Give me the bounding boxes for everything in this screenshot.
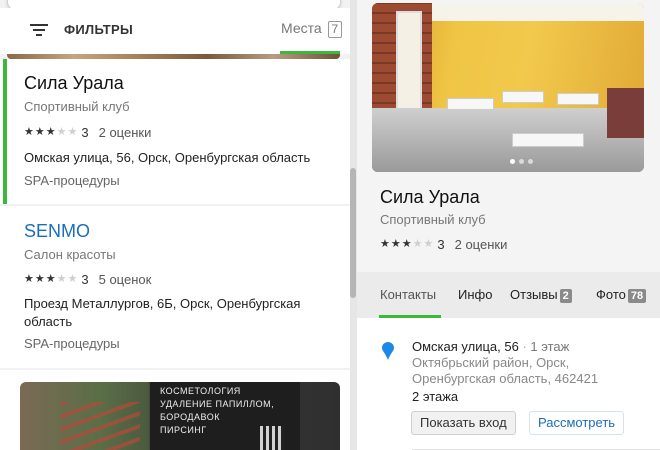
view-button[interactable]: Рассмотреть: [529, 411, 625, 435]
result-card-sila-urala[interactable]: Сила Урала Спортивный клуб ★ ★ ★ ★ ★ 3 2 оце…: [0, 59, 350, 204]
sign-text: БОРОДАВОК: [160, 412, 220, 422]
place-category[interactable]: Спортивный клуб: [380, 212, 486, 227]
place-details-panel: Сила Урала Спортивный клуб ★ ★ ★ ★ ★ 3 2 оце…: [357, 0, 660, 450]
tab-reviews[interactable]: Отзывы 2: [510, 287, 572, 303]
sign-photo: КОСМЕТОЛОГИЯ УДАЛЕНИЕ ПАПИЛЛОМ, БОРОДАВО…: [150, 382, 300, 450]
result-rating: ★ ★ ★ ★ ★ 3 2 оценки: [24, 125, 151, 140]
place-tabs: Контакты Инфо Отзывы 2 Фото 78: [357, 272, 660, 318]
places-count-badge: 7: [327, 21, 343, 38]
rating-stars: ★ ★ ★ ★ ★: [380, 239, 433, 250]
rating-score: 3: [437, 237, 445, 252]
sign-text: ПИРСИНГ: [160, 425, 207, 435]
address-line[interactable]: Омская улица, 56 · 1 этаж: [412, 339, 569, 354]
photos-count-badge: 78: [627, 289, 647, 303]
star-filled-icon: ★: [34, 273, 45, 285]
star-filled-icon: ★: [45, 126, 56, 138]
filters-button[interactable]: ФИЛЬТРЫ: [64, 22, 133, 37]
sign-text: КОСМЕТОЛОГИЯ: [160, 386, 241, 396]
place-rating[interactable]: ★ ★ ★ ★ ★ 3 2 оценки: [380, 237, 507, 252]
sign-text: УДАЛЕНИЕ ПАПИЛЛОМ,: [160, 399, 275, 409]
star-empty-icon: ★: [412, 238, 423, 250]
star-filled-icon: ★: [45, 273, 56, 285]
tab-places-label: Места: [281, 20, 322, 36]
reviews-count-badge: 2: [559, 289, 572, 303]
show-entrance-button[interactable]: Показать вход: [411, 411, 516, 435]
qr-code: [260, 426, 284, 450]
rating-stars: ★ ★ ★ ★ ★: [24, 274, 77, 285]
address-region: Октябрьский район, Орск, Оренбургская об…: [412, 355, 599, 386]
result-feature: SPA-процедуры: [24, 336, 120, 351]
rating-score: 3: [81, 125, 89, 140]
photo-pager[interactable]: [510, 159, 533, 164]
result-card-3[interactable]: КОСМЕТОЛОГИЯ УДАЛЕНИЕ ПАПИЛЛОМ, БОРОДАВО…: [0, 370, 350, 450]
star-empty-icon: ★: [67, 126, 78, 138]
result-category: Салон красоты: [24, 247, 116, 262]
floors-info: 2 этажа: [412, 389, 459, 404]
rating-reviews: 2 оценки: [98, 125, 152, 140]
place-title: Сила Урала: [380, 187, 480, 207]
result-address: Проезд Металлургов, 6Б, Орск, Оренбургск…: [24, 296, 301, 329]
result-address: Омская улица, 56, Орск, Оренбургская обл…: [24, 150, 311, 165]
star-filled-icon: ★: [24, 273, 34, 285]
tab-places[interactable]: Места 7: [281, 20, 343, 38]
star-filled-icon: ★: [380, 238, 390, 250]
star-empty-icon: ★: [56, 126, 67, 138]
rating-stars: ★ ★ ★ ★ ★: [24, 127, 77, 138]
scrollbar-thumb[interactable]: [350, 168, 356, 298]
star-filled-icon: ★: [24, 126, 34, 138]
contacts-section: Омская улица, 56 · 1 этаж Октябрьский ра…: [357, 318, 660, 450]
filter-bar: ФИЛЬТРЫ Места 7: [0, 8, 350, 54]
star-empty-icon: ★: [67, 273, 78, 285]
rating-score: 3: [81, 272, 89, 287]
star-empty-icon: ★: [56, 273, 67, 285]
address-street: Омская улица, 56: [412, 339, 519, 354]
rating-reviews: 2 оценки: [454, 237, 508, 252]
result-card-senmo[interactable]: SENMO Салон красоты ★ ★ ★ ★ ★ 3 5 оценок Про…: [0, 206, 350, 368]
star-filled-icon: ★: [401, 238, 412, 250]
location-pin-icon: [382, 342, 394, 360]
star-filled-icon: ★: [34, 126, 45, 138]
tab-photos[interactable]: Фото 78: [596, 287, 647, 303]
star-filled-icon: ★: [390, 238, 401, 250]
address-floor: 1 этаж: [530, 339, 570, 354]
result-rating: ★ ★ ★ ★ ★ 3 5 оценок: [24, 272, 151, 287]
filter-icon[interactable]: [30, 22, 48, 38]
results-panel: ФИЛЬТРЫ Места 7 Сила Урала Спортивный кл…: [0, 0, 357, 450]
star-empty-icon: ★: [423, 238, 434, 250]
tab-contacts[interactable]: Контакты: [380, 287, 436, 302]
result-feature: SPA-процедуры: [24, 173, 120, 188]
place-photo[interactable]: [372, 3, 644, 172]
result-category: Спортивный клуб: [24, 99, 130, 114]
rating-reviews: 5 оценок: [98, 272, 152, 287]
selected-indicator: [3, 59, 7, 204]
result-photo[interactable]: КОСМЕТОЛОГИЯ УДАЛЕНИЕ ПАПИЛЛОМ, БОРОДАВО…: [20, 382, 340, 450]
result-title[interactable]: Сила Урала: [24, 73, 124, 94]
result-title[interactable]: SENMO: [24, 221, 90, 242]
tab-info[interactable]: Инфо: [458, 287, 492, 302]
